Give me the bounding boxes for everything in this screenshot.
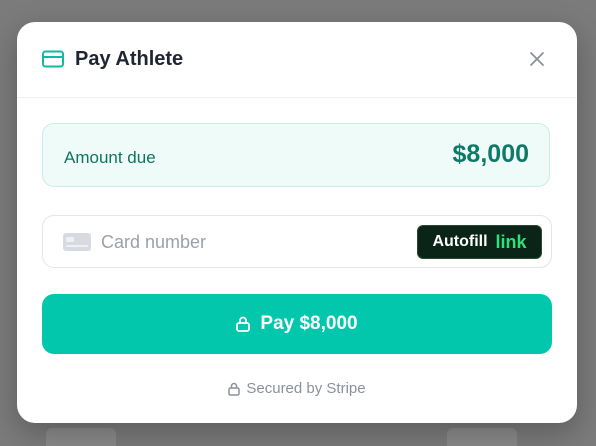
credit-card-icon (42, 50, 64, 68)
pay-button-label: Pay $8,000 (260, 313, 358, 334)
card-number-input[interactable] (101, 226, 351, 258)
background-chip-right (447, 428, 517, 446)
card-number-field[interactable]: Autofill link (42, 215, 552, 268)
background-chip-left (46, 428, 116, 446)
autofill-label: Autofill (432, 233, 488, 250)
secured-text: Secured by Stripe (246, 380, 366, 397)
amount-due-panel: Amount due $8,000 (42, 123, 550, 187)
autofill-link-button[interactable]: Autofill link (417, 225, 542, 259)
close-icon[interactable] (527, 49, 547, 69)
modal-title: Pay Athlete (75, 48, 184, 70)
pay-button[interactable]: Pay $8,000 (42, 294, 552, 354)
amount-due-label: Amount due (64, 148, 156, 167)
secured-by-stripe: Secured by Stripe (17, 380, 577, 397)
card-brand-icon (63, 233, 91, 251)
lock-icon (228, 382, 241, 396)
amount-due-value: $8,000 (452, 140, 529, 168)
link-label: link (495, 231, 527, 252)
lock-icon (236, 316, 251, 332)
modal-header: Pay Athlete (17, 22, 577, 98)
pay-athlete-modal: Pay Athlete Amount due $8,000 Autofill l… (17, 22, 577, 423)
